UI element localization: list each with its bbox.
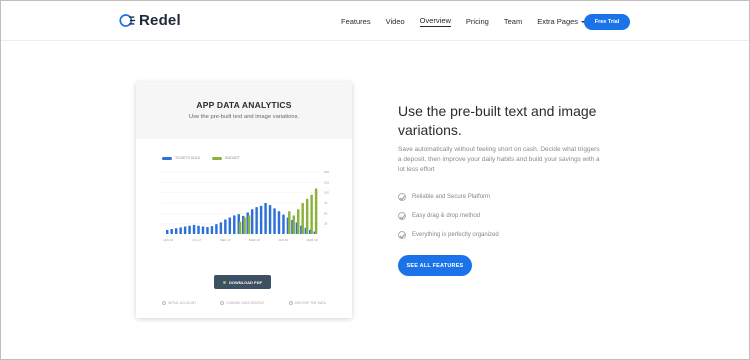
download-pdf-button[interactable]: DOWNLOAD PDF <box>214 275 271 289</box>
footer-label: INITIAL ACCOUNT <box>168 301 197 305</box>
site-header: Redel Features Video Overview Pricing Te… <box>1 1 749 41</box>
see-all-features-button[interactable]: SEE ALL FEATURES <box>398 255 472 276</box>
circle-icon <box>220 301 225 305</box>
bar-tickets-sold <box>277 211 281 234</box>
bar-tickets-sold <box>219 222 223 234</box>
check-circle-icon <box>398 230 406 239</box>
x-tick-label: JAN 19 <box>278 238 288 242</box>
download-dot-icon <box>222 280 226 284</box>
bar-tickets-sold <box>197 225 200 234</box>
footer-item-change-data-source[interactable]: CHANGE DATA SOURCE <box>220 301 264 305</box>
feature-label: Everything is perfectly organized <box>412 231 499 238</box>
bar-tickets-sold <box>170 229 173 234</box>
bar-budget <box>238 221 242 234</box>
legend-item-tickets: TICKETS SOLD <box>162 156 200 160</box>
bar-chart: 150 125 100 75 50 25 JAN 16 JUL 17 DEC 17 MAR 18 J… <box>162 170 329 242</box>
footer-item-initial-account[interactable]: INITIAL ACCOUNT <box>162 301 196 305</box>
nav-item-extra-pages[interactable]: Extra Pages <box>537 17 586 26</box>
feature-list: Reliable and Secure Platform Easy drag &… <box>398 187 499 244</box>
logo-icon <box>119 14 136 27</box>
logo[interactable]: Redel <box>119 12 181 29</box>
x-tick-label: MAR 19 <box>307 238 318 242</box>
bar-tickets-sold <box>210 226 214 234</box>
bar-tickets-sold <box>268 205 272 234</box>
x-tick-label: JUL 17 <box>192 238 202 242</box>
legend-swatch-tickets <box>162 156 172 160</box>
section-paragraph: Save automatically without feeling short… <box>398 146 600 173</box>
bar-budget <box>301 203 304 234</box>
bar-tickets-sold <box>166 229 169 234</box>
brand-name: Redel <box>139 12 181 29</box>
main-nav: Features Video Overview Pricing Team Ext… <box>341 16 600 27</box>
bar-tickets-sold <box>215 224 218 234</box>
circle-icon <box>288 301 293 305</box>
bar-tickets-sold <box>206 226 209 234</box>
nav-item-overview[interactable]: Overview <box>419 16 451 27</box>
bar-tickets-sold <box>183 226 187 234</box>
check-circle-icon <box>398 211 406 220</box>
nav-item-features[interactable]: Features <box>341 17 371 26</box>
card-subtitle: Use the pre-built text and image variati… <box>188 114 300 120</box>
download-pdf-label: DOWNLOAD PDF <box>228 279 263 285</box>
legend-label-budget: BUDGET <box>225 156 240 160</box>
bar-tickets-sold <box>255 207 258 234</box>
bar-budget <box>288 211 291 234</box>
nav-item-pricing[interactable]: Pricing <box>466 17 489 26</box>
feature-label: Reliable and Secure Platform <box>412 193 491 200</box>
legend-swatch-budget <box>212 156 223 160</box>
bar-tickets-sold <box>224 219 227 234</box>
legend-label-tickets: TICKETS SOLD <box>175 156 201 160</box>
card-footer: INITIAL ACCOUNT CHANGE DATA SOURCE ARCHI… <box>136 301 352 305</box>
y-tick-label: 100 <box>324 191 329 195</box>
bar-budget <box>296 209 300 234</box>
bar-budget <box>247 215 251 234</box>
bar-tickets-sold <box>228 217 232 234</box>
chart-legend: TICKETS SOLD BUDGET <box>162 156 240 160</box>
bar-budget <box>292 215 295 234</box>
nav-extra-pages-label: Extra Pages <box>537 17 579 26</box>
feature-item: Easy drag & drop method <box>398 206 499 225</box>
legend-item-budget: BUDGET <box>212 156 240 160</box>
x-tick-label: DEC 17 <box>220 238 231 242</box>
card-header: APP DATA ANALYTICS Use the pre-built tex… <box>136 82 352 139</box>
feature-label: Easy drag & drop method <box>412 212 481 219</box>
footer-label: CHANGE DATA SOURCE <box>226 301 265 305</box>
bar-tickets-sold <box>250 209 254 234</box>
footer-label: ARCHIVE THE DATA <box>294 301 326 305</box>
bar-tickets-sold <box>282 214 285 234</box>
bar-budget <box>305 198 309 234</box>
card-title: APP DATA ANALYTICS <box>196 100 292 110</box>
bar-tickets-sold <box>264 203 267 234</box>
footer-item-archive-data[interactable]: ARCHIVE THE DATA <box>288 301 326 305</box>
y-tick-label: 25 <box>324 222 328 226</box>
bar-tickets-sold <box>174 228 178 234</box>
analytics-card: APP DATA ANALYTICS Use the pre-built tex… <box>136 82 352 318</box>
bar-tickets-sold <box>233 215 236 234</box>
y-tick-label: 125 <box>324 180 329 184</box>
bar-tickets-sold <box>259 205 263 234</box>
bar-tickets-sold <box>273 208 276 234</box>
y-tick-label: 150 <box>324 170 329 174</box>
bar-tickets-sold <box>192 224 196 234</box>
bar-tickets-sold <box>179 227 182 234</box>
y-tick-label: 75 <box>324 201 328 205</box>
nav-item-team[interactable]: Team <box>504 17 522 26</box>
free-trial-button[interactable]: Free Trial <box>584 14 630 30</box>
bar-tickets-sold <box>188 225 191 234</box>
bar-budget <box>243 217 246 234</box>
circle-icon <box>162 301 167 305</box>
feature-item: Everything is perfectly organized <box>398 225 499 244</box>
check-circle-icon <box>398 192 406 201</box>
bar-tickets-sold <box>201 226 205 234</box>
nav-item-video[interactable]: Video <box>386 17 405 26</box>
feature-item: Reliable and Secure Platform <box>398 187 499 206</box>
x-tick-label: JAN 16 <box>163 238 173 242</box>
bar-budget <box>310 194 313 234</box>
bar-budget <box>314 188 318 234</box>
section-headline: Use the pre-built text and image variati… <box>398 103 597 138</box>
page-frame: Redel Features Video Overview Pricing Te… <box>0 0 750 360</box>
x-tick-label: MAR 18 <box>249 238 260 242</box>
y-tick-label: 50 <box>324 211 328 215</box>
